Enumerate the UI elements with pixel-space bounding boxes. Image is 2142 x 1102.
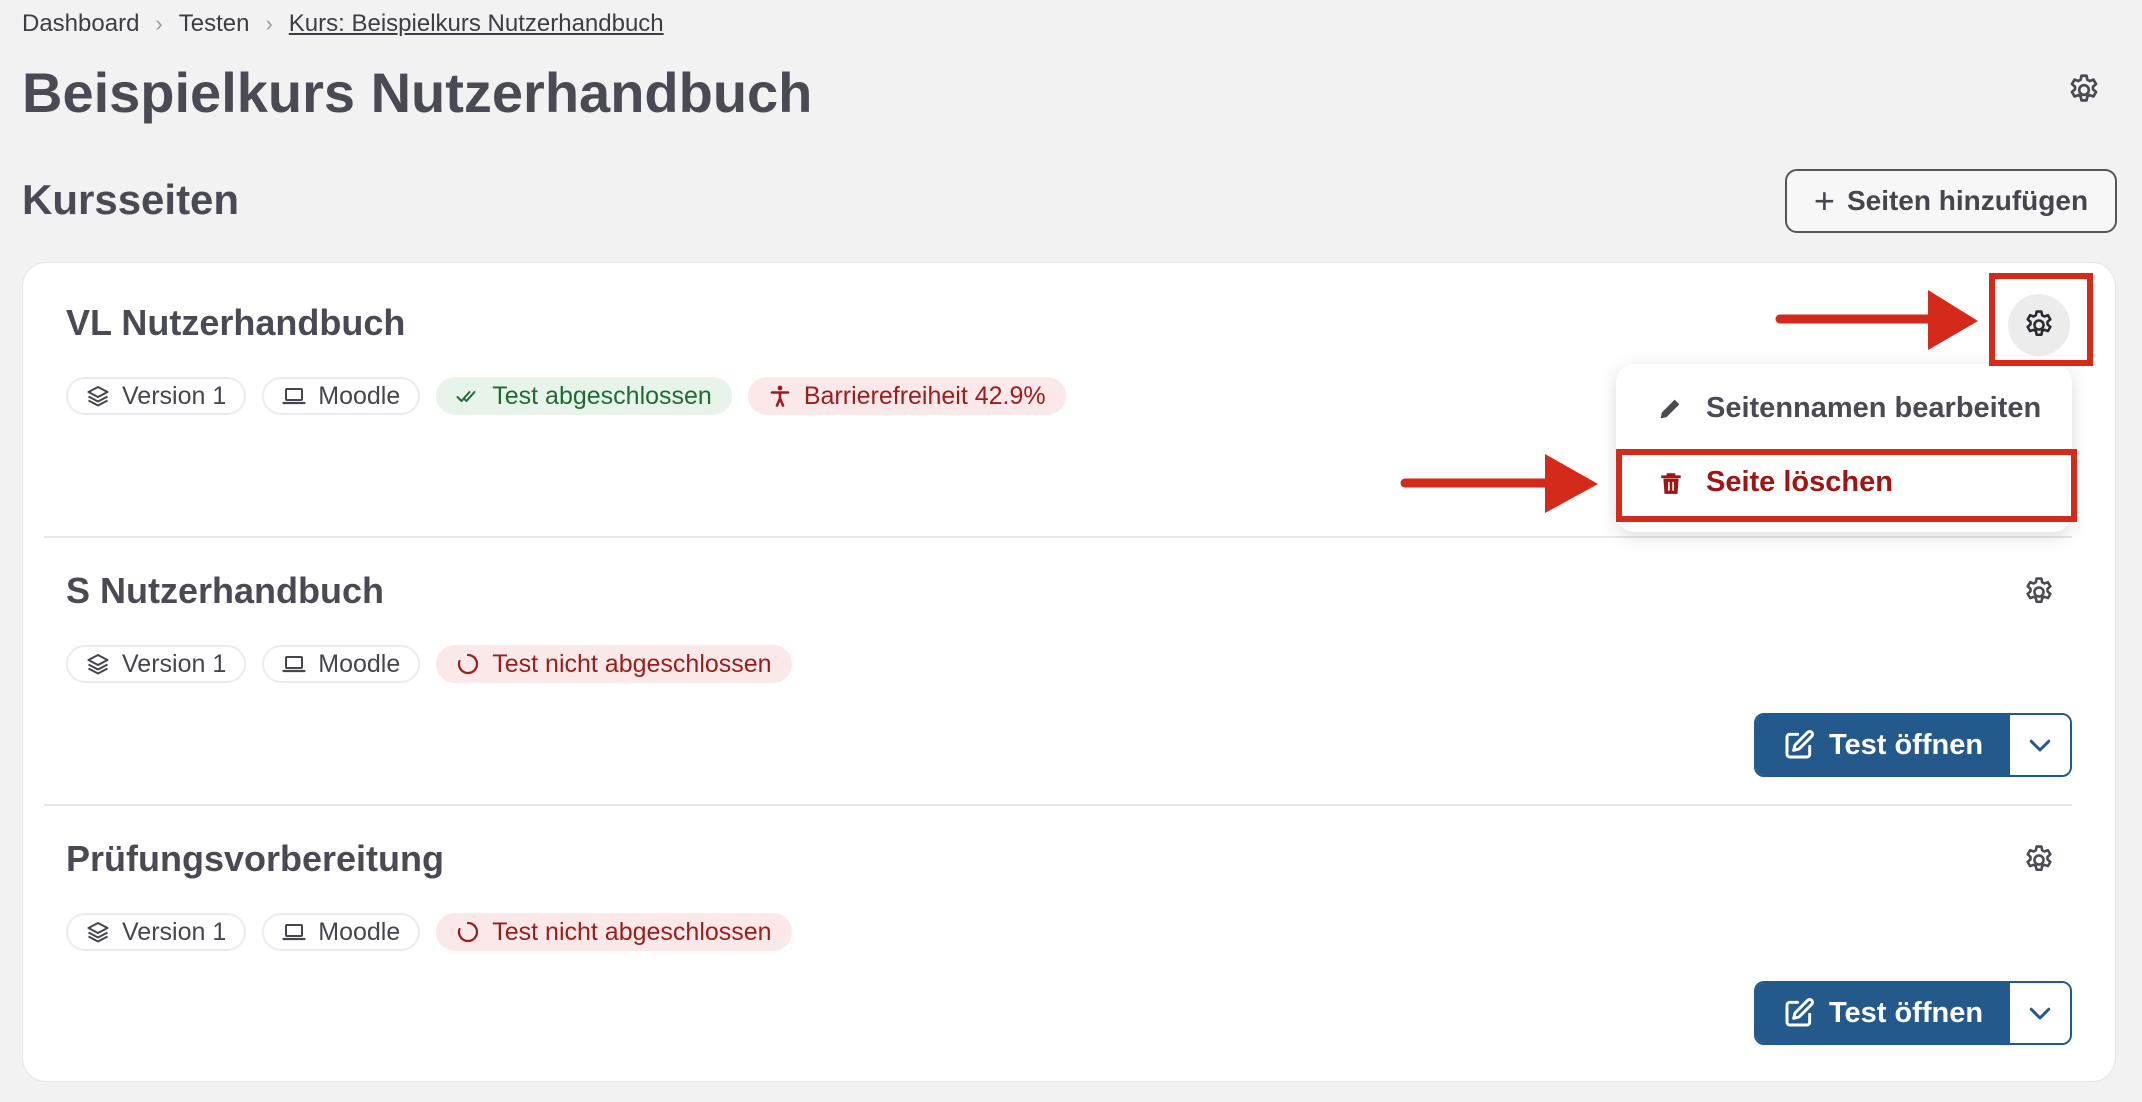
test-status-badge: Test nicht abgeschlossen [436, 645, 792, 683]
platform-label: Moodle [318, 917, 401, 946]
layers-icon [86, 652, 110, 676]
test-status-badge: Test abgeschlossen [436, 377, 732, 415]
version-label: Version 1 [122, 917, 227, 946]
platform-label: Moodle [318, 649, 401, 678]
page-name: Prüfungsvorbereitung [66, 838, 445, 879]
spinner-icon [456, 652, 480, 676]
laptop-icon [282, 384, 306, 408]
delete-page-label: Seite löschen [1706, 466, 1893, 498]
rename-page-label: Seitennamen bearbeiten [1706, 392, 2042, 424]
page-settings-gear-icon[interactable] [2022, 843, 2056, 877]
add-pages-button[interactable]: + Seiten hinzufügen [1785, 169, 2117, 233]
page-badges: Version 1 Moodle Test nicht abgeschlosse… [66, 645, 792, 683]
page-title: Beispielkurs Nutzerhandbuch [22, 61, 813, 124]
laptop-icon [282, 652, 306, 676]
version-badge: Version 1 [66, 377, 247, 415]
section-title: Kursseiten [22, 176, 240, 223]
gear-icon [2022, 308, 2056, 342]
laptop-icon [282, 920, 306, 944]
open-test-button[interactable]: Test öffnen [1756, 983, 2010, 1043]
page-name: S Nutzerhandbuch [66, 570, 385, 611]
page-badges: Version 1 Moodle Test nicht abgeschlosse… [66, 913, 792, 951]
accessibility-badge: Barrierefreiheit 42.9% [747, 377, 1066, 415]
test-status-label: Test nicht abgeschlossen [492, 649, 772, 678]
double-check-icon [456, 391, 476, 402]
page-settings-gear-button[interactable] [2008, 294, 2070, 356]
layers-icon [86, 384, 110, 408]
open-test-split-button: Test öffnen [1754, 713, 2072, 777]
test-status-label: Test abgeschlossen [492, 381, 712, 410]
page-settings-gear-icon[interactable] [2022, 575, 2056, 609]
chevron-down-icon [2025, 998, 2055, 1028]
chevron-right-icon: › [265, 11, 273, 36]
platform-badge: Moodle [262, 913, 421, 951]
accessibility-label: Barrierefreiheit 42.9% [803, 381, 1046, 410]
edit-icon [1783, 997, 1815, 1029]
rename-page-menu-item[interactable]: Seitennamen bearbeiten [1656, 392, 2041, 425]
chevron-down-icon [2025, 730, 2055, 760]
edit-icon [1783, 729, 1815, 761]
spinner-icon [456, 920, 480, 944]
pencil-icon [1660, 399, 1680, 418]
version-label: Version 1 [122, 649, 227, 678]
divider [44, 804, 2072, 806]
breadcrumb-dashboard[interactable]: Dashboard [22, 10, 139, 38]
page-badges: Version 1 Moodle Test abgeschlossen Barr… [66, 377, 1066, 415]
delete-page-menu-item[interactable]: Seite löschen [1658, 466, 1893, 499]
breadcrumb-testen[interactable]: Testen [179, 10, 250, 38]
trash-icon [1661, 472, 1681, 494]
plus-icon: + [1813, 180, 1835, 221]
breadcrumb: Dashboard › Testen › Kurs: Beispielkurs … [22, 8, 664, 40]
open-test-label: Test öffnen [1828, 996, 1984, 1029]
open-test-split-button: Test öffnen [1754, 981, 2072, 1045]
divider [44, 536, 2072, 538]
open-test-dropdown-button[interactable] [2010, 715, 2070, 775]
page-name: VL Nutzerhandbuch [66, 302, 406, 343]
platform-badge: Moodle [262, 377, 421, 415]
test-status-badge: Test nicht abgeschlossen [436, 913, 792, 951]
open-test-dropdown-button[interactable] [2010, 983, 2070, 1043]
course-settings-gear-icon[interactable] [2066, 72, 2102, 108]
version-badge: Version 1 [66, 645, 247, 683]
chevron-right-icon: › [155, 11, 163, 36]
open-test-label: Test öffnen [1828, 728, 1984, 761]
accessibility-icon [770, 385, 790, 407]
test-status-label: Test nicht abgeschlossen [492, 917, 772, 946]
layers-icon [86, 920, 110, 944]
breadcrumb-current-course[interactable]: Kurs: Beispielkurs Nutzerhandbuch [289, 10, 664, 38]
add-pages-label: Seiten hinzufügen [1846, 185, 2089, 216]
platform-label: Moodle [318, 381, 401, 410]
version-badge: Version 1 [66, 913, 247, 951]
platform-badge: Moodle [262, 645, 421, 683]
page-context-menu [1616, 364, 2072, 532]
version-label: Version 1 [122, 381, 227, 410]
open-test-button[interactable]: Test öffnen [1756, 715, 2010, 775]
